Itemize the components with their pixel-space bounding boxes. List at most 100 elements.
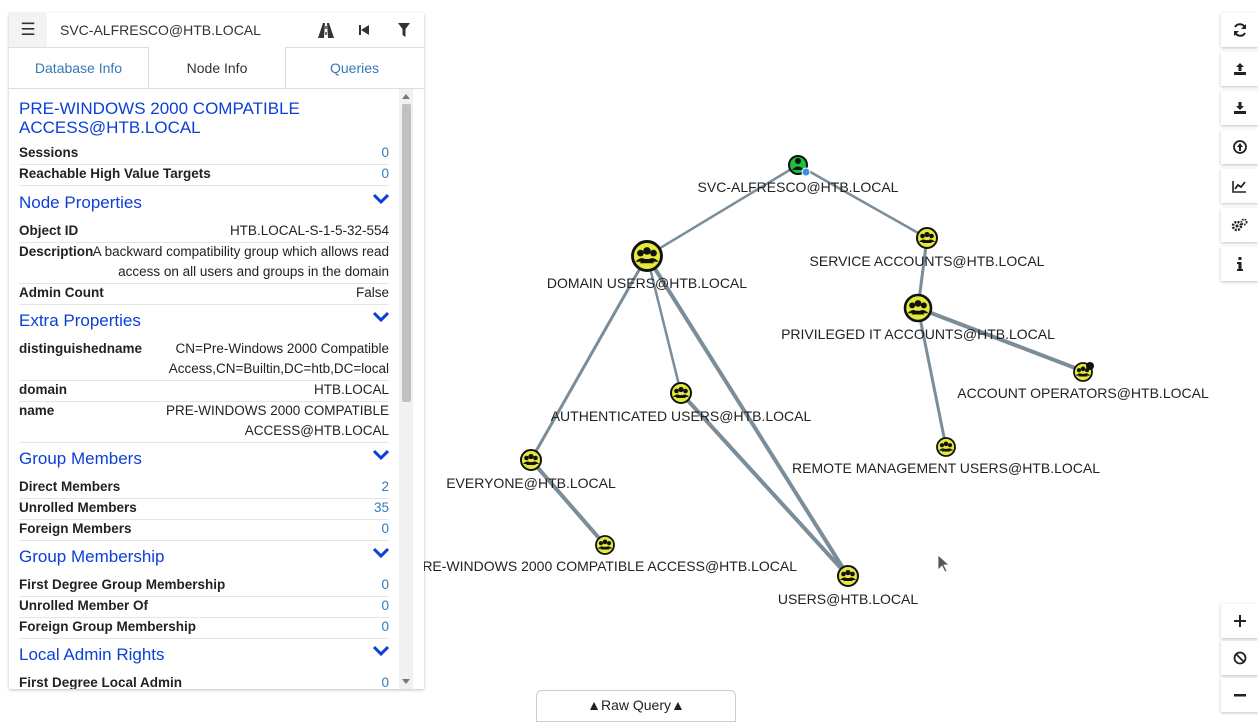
scroll-up-arrow[interactable]: [402, 94, 410, 99]
arrow-circle-up-icon: [1232, 140, 1247, 154]
node-label: EVERYONE@HTB.LOCAL: [446, 475, 616, 491]
info-row: First Degree Local Admin 0: [19, 673, 389, 689]
node-label: ACCOUNT OPERATORS@HTB.LOCAL: [957, 385, 1209, 401]
search-input[interactable]: [47, 13, 305, 47]
info-row: Description A backward compatibility grou…: [19, 242, 389, 284]
hamburger-icon: ☰: [20, 20, 36, 39]
unrolled-member-of-value[interactable]: 0: [381, 596, 389, 616]
tab-node-info[interactable]: Node Info: [148, 47, 286, 88]
tab-database-info[interactable]: Database Info: [9, 47, 148, 88]
zoom-in-button[interactable]: [1221, 604, 1258, 638]
ban-icon: [1233, 651, 1246, 665]
node-account-operators[interactable]: ACCOUNT OPERATORS@HTB.LOCAL: [957, 362, 1209, 401]
row-value: PRE-WINDOWS 2000 COMPATIBLE ACCESS@HTB.L…: [165, 403, 389, 438]
plus-icon: [1233, 615, 1246, 627]
node-remote-management-users[interactable]: REMOTE MANAGEMENT USERS@HTB.LOCAL: [792, 437, 1100, 476]
node-everyone[interactable]: EVERYONE@HTB.LOCAL: [446, 449, 616, 491]
chevron-down-icon: [373, 311, 389, 323]
node-label: SERVICE ACCOUNTS@HTB.LOCAL: [810, 253, 1045, 269]
row-value: HTB.LOCAL: [313, 382, 389, 397]
zoom-out-button[interactable]: [1221, 678, 1258, 712]
row-key: Object ID: [19, 223, 79, 238]
user-icon: [788, 155, 811, 177]
row-value: CN=Pre-Windows 2000 Compatible Access,CN…: [168, 341, 389, 376]
info-row: Object ID HTB.LOCAL-S-1-5-32-554: [19, 221, 389, 243]
group-icon: [595, 535, 615, 555]
pathfinding-button[interactable]: [307, 13, 345, 47]
node-svc-alfresco[interactable]: SVC-ALFRESCO@HTB.LOCAL: [698, 155, 899, 195]
graph-canvas[interactable]: SVC-ALFRESCO@HTB.LOCAL SERVICE ACCOUNTS@…: [424, 0, 1220, 715]
node-pre-windows-2000[interactable]: PRE-WINDOWS 2000 COMPATIBLE ACCESS@HTB.L…: [424, 535, 797, 574]
graph-edges: [529, 163, 1084, 578]
foreign-members-value[interactable]: 0: [381, 519, 389, 539]
group-icon: [631, 240, 663, 272]
graph-stats-button[interactable]: [1221, 169, 1258, 203]
node-label: REMOTE MANAGEMENT USERS@HTB.LOCAL: [792, 460, 1100, 476]
info-row: Unrolled Members 35: [19, 498, 389, 520]
raw-query-toggle[interactable]: ▲Raw Query▲: [536, 690, 736, 722]
group-icon: [520, 449, 542, 471]
info-row: Direct Members 2: [19, 477, 389, 499]
unrolled-members-value[interactable]: 35: [374, 498, 389, 518]
reset-zoom-button[interactable]: [1221, 641, 1258, 675]
filter-button[interactable]: [385, 13, 423, 47]
import-button[interactable]: [1221, 91, 1258, 125]
back-button[interactable]: [345, 13, 383, 47]
settings-button[interactable]: [1221, 208, 1258, 242]
node-label: PRE-WINDOWS 2000 COMPATIBLE ACCESS@HTB.L…: [424, 558, 797, 574]
group-icon: [903, 293, 933, 323]
scrollbar-thumb[interactable]: [402, 104, 411, 402]
road-icon: [318, 22, 334, 38]
group-icon: [916, 227, 938, 249]
scroll-down-arrow[interactable]: [402, 679, 410, 684]
row-key: First Degree Group Membership: [19, 577, 226, 592]
direct-members-value[interactable]: 2: [381, 477, 389, 497]
chevron-down-icon: [373, 193, 389, 205]
chevron-up-icon: ▲: [587, 697, 601, 713]
upload-data-button[interactable]: [1221, 130, 1258, 164]
node-label: DOMAIN USERS@HTB.LOCAL: [547, 275, 747, 291]
node-label: AUTHENTICATED USERS@HTB.LOCAL: [551, 408, 812, 424]
node-authenticated-users[interactable]: AUTHENTICATED USERS@HTB.LOCAL: [551, 382, 812, 424]
chevron-down-icon: [373, 547, 389, 559]
tab-queries[interactable]: Queries: [285, 47, 424, 88]
node-label: SVC-ALFRESCO@HTB.LOCAL: [698, 179, 899, 195]
sessions-value[interactable]: 0: [381, 143, 389, 163]
group-icon: [936, 437, 956, 457]
row-key: Foreign Group Membership: [19, 619, 197, 634]
raw-query-label: Raw Query: [600, 697, 672, 713]
row-key: First Degree Local Admin: [19, 675, 183, 689]
foreign-group-membership-value[interactable]: 0: [381, 617, 389, 637]
row-key: Sessions: [19, 145, 79, 160]
first-degree-local-admin-value[interactable]: 0: [381, 673, 389, 689]
group-icon: [670, 382, 692, 404]
section-extra-properties[interactable]: Extra Properties: [19, 310, 389, 332]
section-group-members[interactable]: Group Members: [19, 448, 389, 470]
info-row: Admin Count False: [19, 283, 389, 305]
row-value: A backward compatibility group which all…: [92, 244, 389, 279]
info-row: name PRE-WINDOWS 2000 COMPATIBLE ACCESS@H…: [19, 401, 389, 443]
node-privileged-it-accounts[interactable]: PRIVILEGED IT ACCOUNTS@HTB.LOCAL: [781, 293, 1055, 342]
row-key: Foreign Members: [19, 521, 132, 536]
node-domain-users[interactable]: DOMAIN USERS@HTB.LOCAL: [547, 240, 747, 292]
row-key: name: [19, 403, 55, 418]
export-button[interactable]: [1221, 52, 1258, 86]
node-users[interactable]: USERS@HTB.LOCAL: [778, 565, 918, 607]
row-key: Reachable High Value Targets: [19, 166, 211, 181]
gears-icon: [1231, 218, 1248, 232]
info-row: Unrolled Member Of 0: [19, 596, 389, 618]
menu-button[interactable]: ☰: [9, 13, 48, 47]
node-label: USERS@HTB.LOCAL: [778, 591, 918, 607]
target-icon: [1086, 362, 1094, 370]
section-node-properties[interactable]: Node Properties: [19, 192, 389, 214]
first-degree-membership-value[interactable]: 0: [381, 575, 389, 595]
reachable-hvt-value[interactable]: 0: [381, 164, 389, 184]
chevron-up-icon: ▲: [671, 697, 685, 713]
refresh-button[interactable]: [1221, 13, 1258, 47]
section-group-membership[interactable]: Group Membership: [19, 546, 389, 568]
section-local-admin-rights[interactable]: Local Admin Rights: [19, 644, 389, 666]
node-service-accounts[interactable]: SERVICE ACCOUNTS@HTB.LOCAL: [810, 227, 1045, 269]
about-button[interactable]: [1221, 247, 1258, 281]
scrollbar[interactable]: [399, 89, 413, 689]
section-heading: Group Members: [19, 449, 142, 468]
